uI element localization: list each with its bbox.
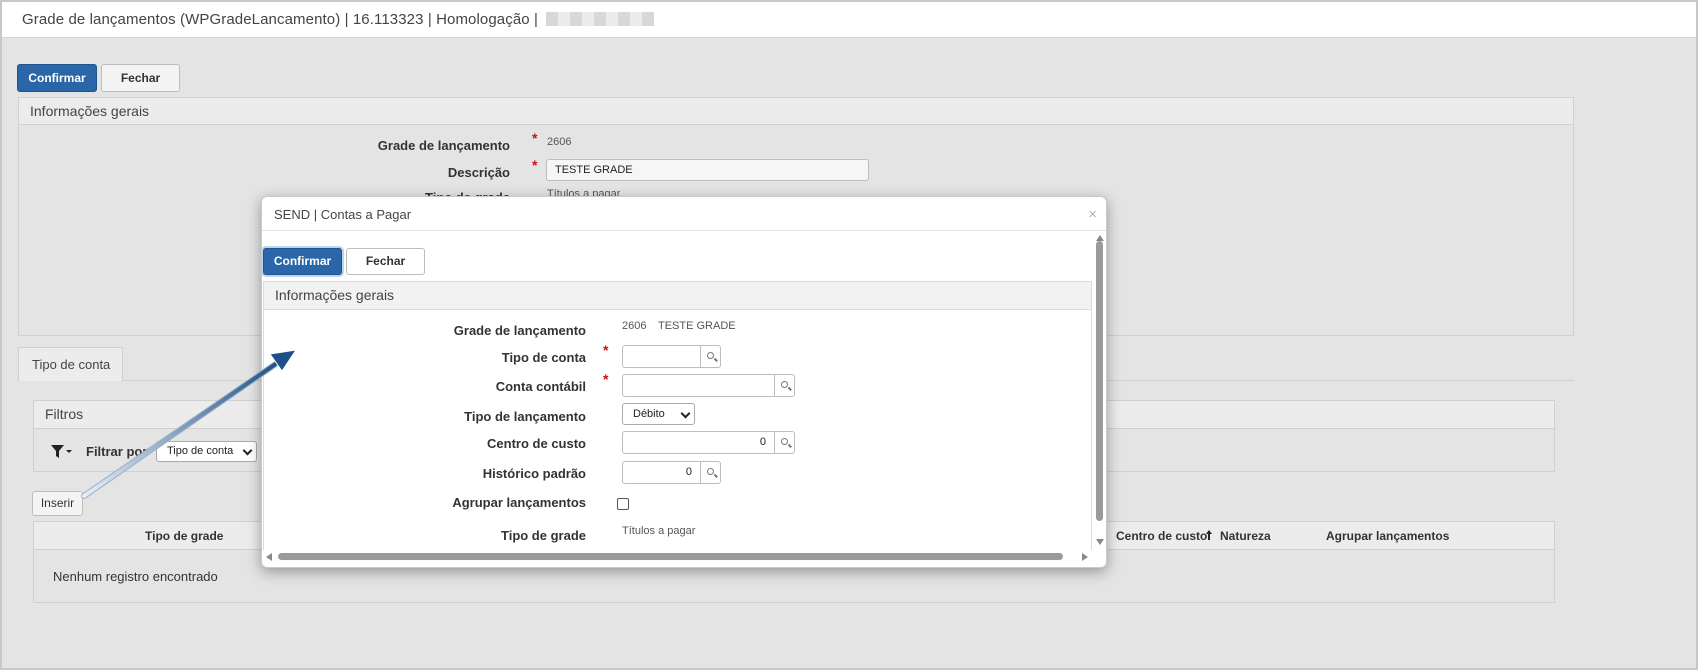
arrow-annotation-icon <box>81 349 298 499</box>
app-window: Grade de lançamentos (WPGradeLancamento)… <box>0 0 1698 670</box>
